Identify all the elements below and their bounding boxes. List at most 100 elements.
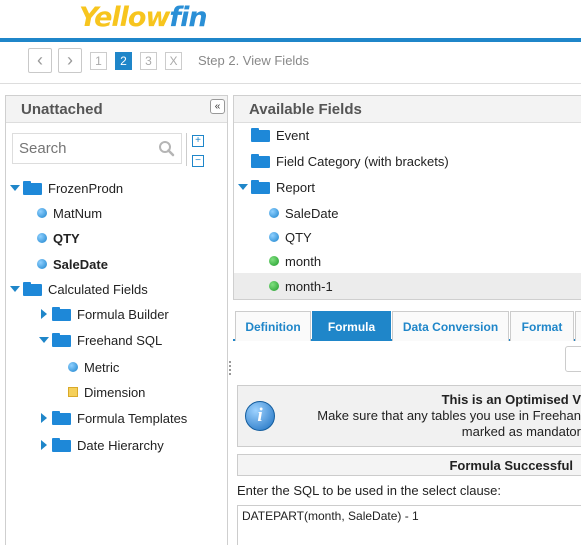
dimension-field-icon xyxy=(269,281,279,291)
tree-field-qty[interactable]: QTY xyxy=(37,227,80,249)
metric-field-icon xyxy=(37,259,47,269)
metric-field-icon xyxy=(37,208,47,218)
folder-icon xyxy=(52,333,71,347)
chevron-left-icon: ‹ xyxy=(37,50,43,70)
tree-folder-formula-builder[interactable]: Formula Builder xyxy=(39,303,169,325)
expand-all-icon[interactable]: + xyxy=(192,135,204,147)
metric-field-icon xyxy=(269,208,279,218)
search-input[interactable] xyxy=(13,134,143,163)
formula-status: Formula Successful xyxy=(449,458,573,473)
tab-data-conversion[interactable]: Data Conversion xyxy=(392,311,509,341)
notice-text: Make sure that any tables you use in Fre… xyxy=(317,408,581,423)
step-2-button[interactable]: 2 xyxy=(115,52,132,70)
tree-folder-formula-templates[interactable]: Formula Templates xyxy=(39,407,187,429)
step-label: Step 2. View Fields xyxy=(198,53,310,68)
formula-status-bar: Formula Successful xyxy=(237,454,581,476)
sql-label: Enter the SQL to be used in the select c… xyxy=(237,483,502,498)
folder-icon xyxy=(23,181,42,195)
tree-folder-report[interactable]: Report xyxy=(238,176,315,198)
tree-label: SaleDate xyxy=(285,205,339,221)
tree-folder-freehand-sql[interactable]: Freehand SQL xyxy=(39,329,162,351)
dimension-icon xyxy=(68,387,78,397)
tree-label: Freehand SQL xyxy=(77,332,163,348)
collapsed-arrow-icon[interactable] xyxy=(39,413,49,423)
collapse-all-icon[interactable]: − xyxy=(192,155,204,167)
tree-label: SaleDate xyxy=(53,256,108,272)
info-icon: i xyxy=(245,401,275,431)
tab-formula[interactable]: Formula xyxy=(312,311,391,341)
tree-label: Dimension xyxy=(84,384,146,400)
tree-folder-field-category[interactable]: Field Category (with brackets) xyxy=(251,150,449,172)
tree-field-month[interactable]: month xyxy=(269,250,321,272)
app-header: Yellowfin xyxy=(0,0,581,38)
notice-title: This is an Optimised V xyxy=(441,392,581,407)
expanded-arrow-icon[interactable] xyxy=(10,284,20,294)
tree-label: Report xyxy=(276,179,316,195)
tab-more[interactable] xyxy=(575,311,581,341)
dimension-field-icon xyxy=(269,256,279,266)
tree-field-month-1[interactable]: month-1 xyxy=(234,273,581,299)
search-divider xyxy=(186,133,187,166)
search-icon[interactable] xyxy=(158,140,175,157)
search-box xyxy=(12,133,182,164)
tree-label: Formula Builder xyxy=(77,306,169,322)
toolbar-button[interactable] xyxy=(565,346,581,372)
expanded-arrow-icon[interactable] xyxy=(238,182,248,192)
tree-label: Calculated Fields xyxy=(48,281,148,297)
tree-field-saledate[interactable]: SaleDate xyxy=(37,253,108,275)
tree-folder-frozenprodn[interactable]: FrozenProdn xyxy=(10,177,123,199)
tab-definition[interactable]: Definition xyxy=(235,311,311,341)
sql-textarea[interactable]: DATEPART(month, SaleDate) - 1 xyxy=(237,505,581,545)
collapsed-arrow-icon[interactable] xyxy=(39,440,49,450)
metric-field-icon xyxy=(269,232,279,242)
yellowfin-logo: Yellowfin xyxy=(79,2,208,33)
collapsed-arrow-icon[interactable] xyxy=(39,309,49,319)
forward-button[interactable]: › xyxy=(58,48,82,73)
folder-icon xyxy=(251,128,270,142)
step-close-button[interactable]: X xyxy=(165,52,182,70)
tree-label: Field Category (with brackets) xyxy=(276,153,449,169)
tree-item-metric[interactable]: Metric xyxy=(68,356,119,378)
tree-folder-event[interactable]: Event xyxy=(251,124,309,146)
metric-field-icon xyxy=(37,233,47,243)
tree-label: Metric xyxy=(84,359,120,375)
panel-resize-handle[interactable] xyxy=(229,360,232,376)
tree-label: Event xyxy=(276,127,310,143)
folder-icon xyxy=(251,180,270,194)
metric-icon xyxy=(68,362,78,372)
tree-field-saledate[interactable]: SaleDate xyxy=(269,202,338,224)
collapse-panel-button[interactable]: « xyxy=(210,99,225,114)
folder-icon xyxy=(52,411,71,425)
available-fields-title: Available Fields xyxy=(234,96,581,123)
step-3-button[interactable]: 3 xyxy=(140,52,157,70)
tree-label: QTY xyxy=(285,229,312,245)
field-tabs: Definition Formula Data Conversion Forma… xyxy=(233,311,581,341)
optimised-view-notice: i This is an Optimised V Make sure that … xyxy=(237,385,581,447)
folder-icon xyxy=(23,282,42,296)
folder-icon xyxy=(52,438,71,452)
tree-label: FrozenProdn xyxy=(48,180,124,196)
notice-text: marked as mandator xyxy=(461,424,581,439)
tree-label: Formula Templates xyxy=(77,410,188,426)
expanded-arrow-icon[interactable] xyxy=(39,335,49,345)
tree-field-qty[interactable]: QTY xyxy=(269,226,312,248)
unattached-panel: Unattached « + − FrozenProdn MatNum QTY … xyxy=(5,95,228,545)
tree-folder-date-hierarchy[interactable]: Date Hierarchy xyxy=(39,434,164,456)
step-1-button[interactable]: 1 xyxy=(90,52,107,70)
tree-field-matnum[interactable]: MatNum xyxy=(37,202,102,224)
available-fields-panel: Available Fields Event Field Category (w… xyxy=(233,95,581,300)
tree-label: MatNum xyxy=(53,205,103,221)
tree-folder-calculated-fields[interactable]: Calculated Fields xyxy=(10,278,148,300)
tree-label: QTY xyxy=(53,230,80,246)
tree-label: Date Hierarchy xyxy=(77,437,164,453)
back-button[interactable]: ‹ xyxy=(28,48,52,73)
tree-label: month-1 xyxy=(285,278,333,294)
tree-item-dimension[interactable]: Dimension xyxy=(68,381,145,403)
folder-icon xyxy=(251,154,270,168)
chevron-right-icon: › xyxy=(67,50,73,70)
tab-format[interactable]: Format xyxy=(510,311,574,341)
expanded-arrow-icon[interactable] xyxy=(10,183,20,193)
folder-icon xyxy=(52,307,71,321)
unattached-panel-title: Unattached xyxy=(6,96,227,123)
tree-label: month xyxy=(285,253,322,269)
